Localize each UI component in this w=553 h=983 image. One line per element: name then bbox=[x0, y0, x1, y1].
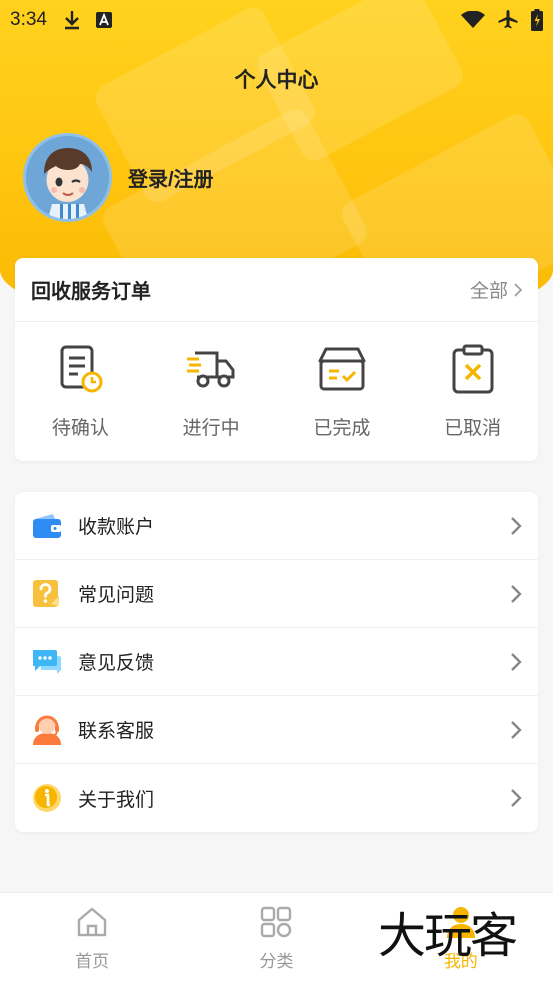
customer-service-icon bbox=[33, 715, 61, 745]
chevron-right-icon bbox=[511, 720, 522, 739]
order-status-completed[interactable]: 已完成 bbox=[277, 343, 408, 440]
recycle-orders-card: 回收服务订单 全部 待确认 进行中 已完成 已取消 bbox=[15, 258, 538, 461]
menu-item-label: 关于我们 bbox=[78, 789, 155, 811]
orders-view-all-label: 全部 bbox=[469, 281, 508, 302]
menu-item-about-us[interactable]: 关于我们 bbox=[15, 764, 538, 832]
menu-item-label: 常见问题 bbox=[78, 585, 155, 606]
battery-icon bbox=[531, 9, 543, 31]
cancelled-clipboard-icon bbox=[452, 344, 494, 394]
order-status-pending[interactable]: 待确认 bbox=[15, 343, 146, 440]
chevron-right-icon bbox=[511, 516, 522, 535]
order-status-label: 已完成 bbox=[313, 418, 371, 439]
menu-item-customer-service[interactable]: 联系客服 bbox=[15, 696, 538, 764]
order-status-row: 待确认 进行中 已完成 已取消 bbox=[15, 322, 538, 461]
tab-label: 分类 bbox=[259, 952, 294, 971]
menu-item-feedback[interactable]: 意见反馈 bbox=[15, 628, 538, 696]
menu-item-label: 联系客服 bbox=[78, 721, 155, 742]
home-icon bbox=[77, 907, 107, 937]
status-bar: 3:34 bbox=[0, 0, 553, 40]
order-status-label: 待确认 bbox=[51, 418, 109, 439]
pending-document-icon bbox=[60, 345, 103, 393]
page-title: 个人中心 bbox=[234, 69, 319, 92]
orders-title: 回收服务订单 bbox=[31, 281, 151, 303]
order-status-cancelled[interactable]: 已取消 bbox=[407, 343, 538, 440]
info-icon bbox=[33, 784, 61, 812]
orders-header: 回收服务订单 全部 bbox=[15, 258, 538, 322]
profile-section[interactable]: 登录/注册 bbox=[23, 133, 214, 222]
order-status-label: 已取消 bbox=[444, 418, 502, 439]
tab-category[interactable]: 分类 bbox=[184, 893, 368, 983]
chevron-right-icon bbox=[511, 652, 522, 671]
completed-box-icon bbox=[318, 347, 366, 391]
watermark: 大玩客 bbox=[378, 908, 518, 964]
orders-view-all-link[interactable]: 全部 bbox=[470, 276, 522, 303]
login-register-link[interactable]: 登录/注册 bbox=[128, 163, 214, 192]
menu-item-faq[interactable]: 常见问题 bbox=[15, 560, 538, 628]
download-icon bbox=[64, 11, 79, 30]
avatar[interactable] bbox=[23, 133, 112, 222]
airplane-icon bbox=[498, 10, 518, 29]
question-icon bbox=[33, 579, 59, 607]
feedback-chat-icon bbox=[33, 649, 61, 674]
tab-label: 首页 bbox=[75, 952, 110, 971]
order-status-in-progress[interactable]: 进行中 bbox=[146, 343, 277, 440]
chevron-right-icon bbox=[511, 584, 522, 603]
menu-item-label: 收款账户 bbox=[78, 517, 155, 538]
menu-item-payment-account[interactable]: 收款账户 bbox=[15, 492, 538, 560]
chevron-right-icon bbox=[514, 282, 522, 297]
category-icon bbox=[261, 906, 292, 938]
wallet-icon bbox=[33, 513, 61, 538]
delivery-truck-icon bbox=[187, 351, 235, 388]
tab-home[interactable]: 首页 bbox=[0, 893, 184, 983]
avatar-illustration-icon bbox=[26, 136, 109, 219]
status-time: 3:34 bbox=[10, 9, 47, 30]
wifi-icon bbox=[461, 11, 485, 28]
app-notification-icon bbox=[95, 12, 112, 28]
order-status-label: 进行中 bbox=[182, 418, 240, 439]
settings-menu-card: 收款账户 常见问题 意见反馈 联系客服 关于我们 bbox=[15, 492, 538, 832]
menu-item-label: 意见反馈 bbox=[78, 653, 155, 674]
chevron-right-icon bbox=[511, 789, 522, 807]
